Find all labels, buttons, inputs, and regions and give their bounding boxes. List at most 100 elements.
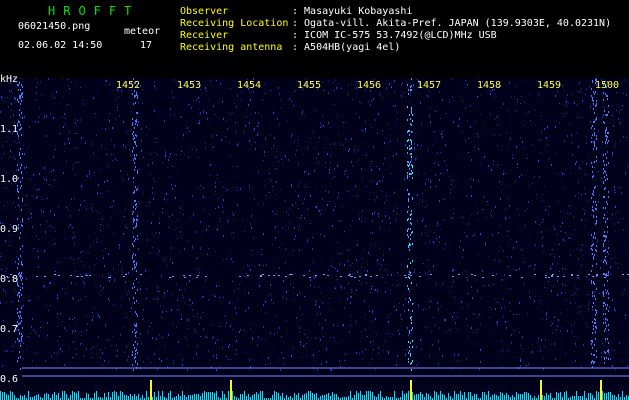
noise-dot: [113, 200, 114, 202]
meteor-streak-dot: [591, 95, 592, 97]
y-tick-1-0: 1.0: [0, 174, 19, 185]
amplitude-bar: [518, 394, 519, 400]
noise-dot: [617, 211, 618, 213]
noise-dot: [477, 133, 478, 135]
meteor-streak-dot: [603, 295, 604, 297]
noise-dot: [6, 141, 7, 142]
noise-dot: [493, 164, 494, 165]
amplitude-bar: [2, 392, 3, 400]
noise-dot: [370, 341, 371, 343]
noise-dot: [501, 184, 502, 185]
noise-dot: [279, 247, 280, 248]
noise-dot: [181, 151, 182, 152]
noise-dot: [98, 336, 99, 338]
noise-dot: [325, 162, 326, 163]
noise-dot: [396, 361, 397, 362]
noise-dot: [508, 244, 509, 246]
noise-dot: [77, 120, 78, 121]
amplitude-bar: [336, 394, 337, 400]
noise-dot: [275, 226, 276, 228]
noise-dot: [253, 91, 254, 93]
amplitude-bar: [588, 393, 589, 400]
noise-dot: [107, 180, 108, 182]
meteor-streak-dot: [133, 221, 134, 223]
noise-dot: [348, 150, 349, 152]
noise-dot: [229, 143, 230, 144]
meteor-streak-dot: [17, 294, 18, 296]
meteor-streak-dot: [408, 341, 409, 343]
noise-dot: [618, 267, 619, 269]
noise-dot: [434, 163, 435, 164]
noise-dot: [397, 285, 398, 286]
noise-dot: [418, 305, 419, 307]
noise-dot: [577, 337, 578, 338]
noise-dot: [299, 331, 300, 333]
meteor-streak-dot: [136, 270, 137, 272]
meteor-streak-dot: [412, 197, 413, 199]
noise-dot: [586, 329, 587, 330]
noise-dot: [72, 237, 73, 239]
noise-dot: [425, 207, 426, 208]
noise-dot: [93, 315, 94, 316]
noise-dot: [80, 252, 81, 253]
meteor-streak-dot: [411, 362, 412, 364]
noise-dot: [198, 268, 199, 270]
noise-dot: [213, 146, 214, 148]
noise-dot: [507, 236, 508, 237]
meteor-streak-dot: [605, 187, 606, 189]
noise-dot: [117, 106, 118, 108]
noise-dot: [326, 348, 327, 350]
meteor-streak-dot: [407, 106, 408, 108]
amplitude-bar: [112, 392, 113, 400]
meteor-streak-dot: [20, 95, 21, 97]
noise-dot: [199, 120, 200, 122]
meteor-streak-dot: [593, 194, 594, 196]
noise-dot: [462, 256, 463, 258]
noise-dot: [511, 132, 512, 133]
noise-dot: [590, 121, 591, 123]
noise-dot: [89, 267, 90, 268]
noise-dot: [601, 360, 602, 362]
noise-dot: [584, 225, 585, 226]
noise-dot: [38, 256, 39, 258]
noise-dot: [471, 327, 472, 329]
noise-dot: [293, 300, 294, 301]
noise-dot: [60, 313, 61, 315]
noise-dot: [80, 274, 81, 275]
noise-dot: [99, 170, 100, 171]
noise-dot: [471, 286, 472, 288]
noise-dot: [623, 93, 624, 94]
noise-dot: [431, 331, 432, 332]
noise-dot: [418, 93, 419, 94]
noise-dot: [110, 207, 111, 208]
noise-dot: [343, 145, 344, 146]
noise-dot: [325, 319, 326, 321]
meteor-streak-dot: [132, 93, 133, 95]
noise-dot: [542, 319, 543, 320]
noise-dot: [473, 103, 474, 105]
noise-dot: [602, 117, 603, 118]
noise-dot: [580, 117, 581, 118]
noise-dot: [422, 201, 423, 202]
noise-dot: [23, 145, 24, 146]
noise-dot: [1, 157, 2, 158]
noise-dot: [197, 345, 198, 347]
noise-dot: [374, 199, 375, 200]
noise-dot: [193, 213, 194, 215]
noise-dot: [538, 93, 539, 95]
noise-dot: [274, 266, 275, 267]
noise-dot: [507, 256, 508, 257]
meteor-streak-dot: [411, 78, 412, 80]
noise-dot: [176, 326, 177, 328]
noise-dot: [216, 357, 217, 359]
noise-dot: [527, 208, 528, 210]
noise-dot: [22, 222, 23, 223]
noise-dot: [578, 193, 579, 194]
noise-dot: [597, 240, 598, 242]
amplitude-bar: [524, 392, 525, 400]
meteor-streak-dot: [592, 244, 593, 246]
noise-dot: [54, 239, 55, 240]
noise-dot: [143, 193, 144, 194]
noise-dot: [396, 213, 397, 214]
noise-dot: [480, 349, 481, 351]
